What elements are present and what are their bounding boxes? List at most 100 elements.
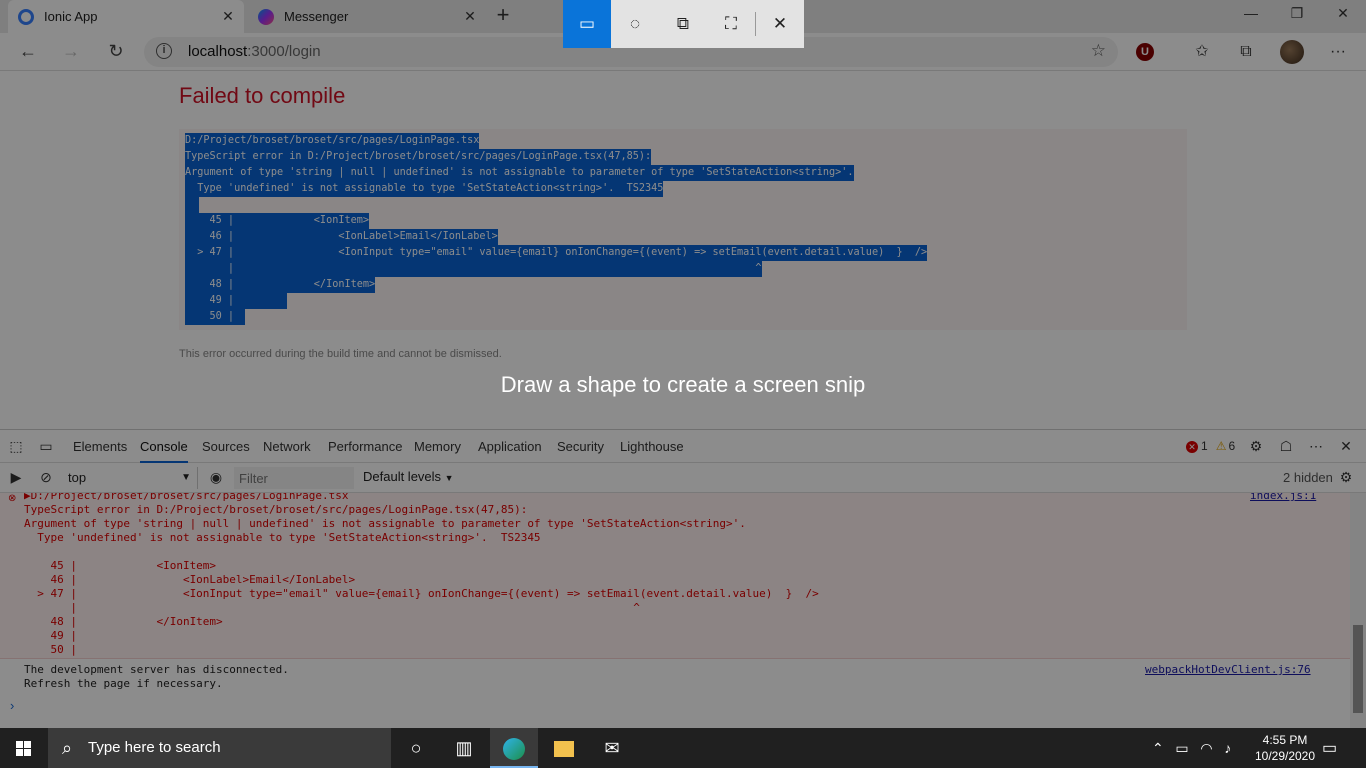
tab-lighthouse[interactable]: Lighthouse xyxy=(620,430,684,463)
cortana-icon[interactable]: ○ xyxy=(392,728,440,768)
message-source-link[interactable]: webpackHotDevClient.js:76 xyxy=(1145,663,1311,676)
issue-counts[interactable]: ✕ 1 ⚠ 6 xyxy=(1186,439,1235,453)
favorite-star-icon[interactable]: ☆ xyxy=(1091,41,1106,61)
restore-button[interactable]: ❐ xyxy=(1274,0,1320,30)
url-host: localhost xyxy=(188,43,248,60)
search-icon: ⌕ xyxy=(62,738,73,758)
minimize-button[interactable]: — xyxy=(1228,0,1274,30)
tab-elements[interactable]: Elements xyxy=(73,430,127,463)
wifi-icon[interactable]: ◠ xyxy=(1200,740,1212,756)
code-line: TypeScript error in D:/Project/broset/br… xyxy=(185,149,652,165)
inspect-element-icon[interactable]: ⬚ xyxy=(6,437,26,455)
console-log: ⊗ ▶D:/Project/broset/broset/src/pages/Lo… xyxy=(0,493,1350,729)
error-icon: ✕ xyxy=(1186,441,1198,453)
hidden-count: 2 hidden xyxy=(1283,470,1333,485)
notification-icon[interactable]: ▭ xyxy=(1322,738,1337,758)
favorites-icon[interactable]: ✩ xyxy=(1190,41,1214,63)
code-line: Type 'undefined' is not assignable to ty… xyxy=(185,181,664,197)
windows-logo-icon xyxy=(16,741,31,756)
chevron-down-icon: ▼ xyxy=(181,472,191,483)
close-window-button[interactable]: ✕ xyxy=(1320,0,1366,30)
settings-gear-icon[interactable]: ⚙ xyxy=(1246,437,1266,455)
more-options-icon[interactable]: ⋯ xyxy=(1306,437,1326,455)
console-prompt[interactable]: › xyxy=(10,698,14,713)
snip-hint: Draw a shape to create a screen snip xyxy=(500,372,866,397)
filter-input[interactable] xyxy=(234,467,354,489)
collections-icon[interactable]: ⧉ xyxy=(1234,41,1258,63)
feedback-icon[interactable]: ☖ xyxy=(1276,437,1296,455)
log-line: Type 'undefined' is not assignable to ty… xyxy=(24,531,541,544)
show-hidden-icons-chevron[interactable]: ⌃ xyxy=(1152,740,1164,756)
tab-label: Ionic App xyxy=(44,9,98,24)
warning-icon: ⚠ xyxy=(1215,439,1227,453)
file-explorer-icon[interactable] xyxy=(540,728,588,768)
task-view-icon[interactable]: ▥ xyxy=(440,728,488,768)
error-icon: ⊗ xyxy=(8,493,17,504)
log-message: Refresh the page if necessary. xyxy=(24,677,223,690)
freeform-snip-button[interactable]: ◌ xyxy=(611,0,659,48)
log-line: 49 | xyxy=(24,629,77,642)
console-settings-gear-icon[interactable]: ⚙ xyxy=(1336,468,1356,486)
clock-date: 10/29/2020 xyxy=(1254,749,1316,763)
error-code-box: D:/Project/broset/broset/src/pages/Login… xyxy=(179,129,1187,330)
snip-toolbar: ▭ ◌ ⧉ ⛶ ✕ xyxy=(563,0,804,48)
start-button[interactable] xyxy=(0,728,48,768)
new-tab-button[interactable]: + xyxy=(492,4,514,28)
mail-icon[interactable]: ✉ xyxy=(588,728,636,768)
ublock-extension-icon[interactable]: U xyxy=(1136,43,1154,61)
tab-application[interactable]: Application xyxy=(478,430,542,463)
code-line xyxy=(185,197,199,213)
window-snip-button[interactable]: ⧉ xyxy=(659,0,707,48)
tab-memory[interactable]: Memory xyxy=(414,430,461,463)
close-tab-icon[interactable]: ✕ xyxy=(460,8,480,25)
live-expression-eye-icon[interactable]: ◉ xyxy=(206,468,226,486)
sidebar-toggle-icon[interactable]: ▶ xyxy=(6,468,26,486)
volume-icon[interactable]: ♪ xyxy=(1224,740,1231,756)
system-tray: ⌃ ▭ ◠ ♪ xyxy=(1152,728,1231,768)
url-text: localhost:3000/login xyxy=(188,43,321,60)
clock-time: 4:55 PM xyxy=(1262,733,1308,747)
tab-messenger[interactable]: Messenger ✕ xyxy=(248,0,486,33)
profile-avatar[interactable] xyxy=(1280,40,1304,64)
more-options-icon[interactable]: ··· xyxy=(1326,41,1350,63)
devtools-tab-bar: ⬚ ▭ Elements Console Sources Network Per… xyxy=(0,430,1366,463)
tab-sources[interactable]: Sources xyxy=(202,430,250,463)
code-line: 46 | <IonLabel>Email</IonLabel> xyxy=(185,229,498,245)
chevron-down-icon: ▼ xyxy=(444,473,454,483)
refresh-icon[interactable]: ↻ xyxy=(103,39,129,65)
info-icon[interactable]: i xyxy=(156,43,172,59)
log-message: The development server has disconnected. xyxy=(24,663,289,676)
code-line: D:/Project/broset/broset/src/pages/Login… xyxy=(185,133,480,149)
fullscreen-snip-button[interactable]: ⛶ xyxy=(707,0,755,48)
search-placeholder: Type here to search xyxy=(88,739,221,756)
log-line: | ^ xyxy=(24,601,640,614)
log-line: 46 | <IonLabel>Email</IonLabel> xyxy=(24,573,356,586)
back-icon[interactable]: ← xyxy=(15,39,41,65)
context-select[interactable]: top ▼ xyxy=(62,467,198,489)
tab-performance[interactable]: Performance xyxy=(328,430,402,463)
error-source-link[interactable]: index.js:1 xyxy=(1250,493,1316,502)
console-scrollbar[interactable] xyxy=(1350,493,1366,729)
battery-icon[interactable]: ▭ xyxy=(1175,740,1188,756)
close-devtools-icon[interactable]: ✕ xyxy=(1336,437,1356,455)
messenger-icon xyxy=(258,8,274,25)
error-title: Failed to compile xyxy=(179,83,346,108)
taskbar-search[interactable]: ⌕ Type here to search xyxy=(48,728,391,768)
tab-security[interactable]: Security xyxy=(557,430,604,463)
tab-console[interactable]: Console xyxy=(140,430,188,463)
tab-network[interactable]: Network xyxy=(263,430,311,463)
console-toolbar: ▶ ⊘ top ▼ ◉ Default levels ▼ 2 hidden ⚙ xyxy=(0,463,1366,493)
console-error-entry: ⊗ ▶D:/Project/broset/broset/src/pages/Lo… xyxy=(0,493,1350,659)
rectangular-snip-button[interactable]: ▭ xyxy=(563,0,611,48)
close-tab-icon[interactable]: ✕ xyxy=(218,8,238,25)
forward-icon[interactable]: → xyxy=(58,39,84,65)
close-snip-button[interactable]: ✕ xyxy=(756,0,804,48)
clear-console-icon[interactable]: ⊘ xyxy=(36,468,56,486)
tab-ionic-app[interactable]: Ionic App ✕ xyxy=(8,0,244,33)
ionic-icon xyxy=(18,8,34,25)
log-levels-dropdown[interactable]: Default levels ▼ xyxy=(363,469,454,484)
clock[interactable]: 4:55 PM 10/29/2020 xyxy=(1254,732,1316,764)
device-emulation-icon[interactable]: ▭ xyxy=(36,437,56,455)
scrollbar-thumb[interactable] xyxy=(1353,625,1363,713)
edge-browser-icon[interactable] xyxy=(490,728,538,768)
